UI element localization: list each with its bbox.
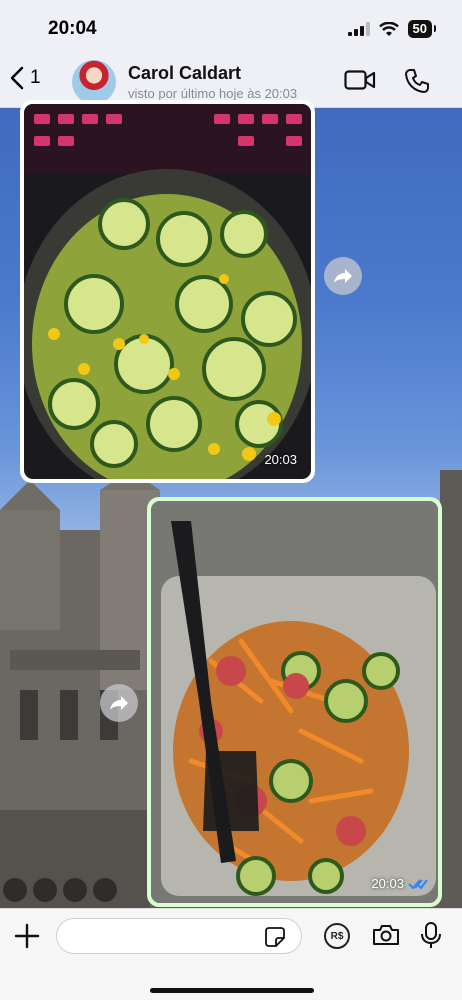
attach-button[interactable] — [14, 923, 40, 954]
voice-message-button[interactable] — [420, 921, 442, 954]
battery-indicator: 50 — [407, 20, 437, 38]
status-bar: 20:04 50 — [0, 0, 462, 56]
plus-icon — [14, 923, 40, 949]
signal-icon — [347, 22, 370, 36]
camera-icon — [373, 925, 399, 945]
unread-count: 1 — [30, 67, 41, 88]
status-icons: 50 — [347, 20, 437, 38]
message-time: 20:03 — [371, 876, 404, 891]
message-input-bar: R$ — [0, 908, 462, 1000]
video-camera-icon — [344, 70, 376, 90]
read-receipt-icon — [408, 879, 428, 890]
sticker-button[interactable] — [264, 926, 286, 953]
contact-name[interactable]: Carol Caldart — [128, 63, 241, 84]
incoming-photo-message[interactable]: 20:03 — [20, 100, 315, 483]
contact-avatar[interactable] — [72, 60, 116, 104]
camera-button[interactable] — [372, 923, 400, 952]
outgoing-photo-message[interactable]: 20:03 — [147, 497, 442, 907]
forward-arrow-icon — [334, 269, 352, 283]
phone-icon — [405, 69, 429, 93]
salad-photo-image — [151, 501, 438, 903]
clock: 20:04 — [48, 18, 97, 39]
forward-arrow-icon — [110, 696, 128, 710]
salad-photo-image — [24, 104, 311, 479]
chevron-left-icon — [10, 66, 24, 90]
home-indicator — [150, 988, 314, 993]
forward-button[interactable] — [324, 257, 362, 295]
wifi-icon — [378, 21, 399, 36]
back-button[interactable]: 1 — [10, 66, 41, 90]
message-time: 20:03 — [264, 452, 297, 467]
microphone-icon — [421, 922, 441, 948]
sticker-icon — [265, 927, 285, 947]
carrot-salad-photo[interactable]: 20:03 — [151, 501, 438, 903]
last-seen-status: visto por último hoje às 20:03 — [128, 86, 298, 101]
cucumber-corn-salad-photo[interactable]: 20:03 — [24, 104, 311, 479]
forward-button[interactable] — [100, 684, 138, 722]
payment-button[interactable]: R$ — [324, 923, 350, 949]
video-call-button[interactable] — [344, 68, 376, 97]
voice-call-button[interactable] — [404, 68, 430, 99]
